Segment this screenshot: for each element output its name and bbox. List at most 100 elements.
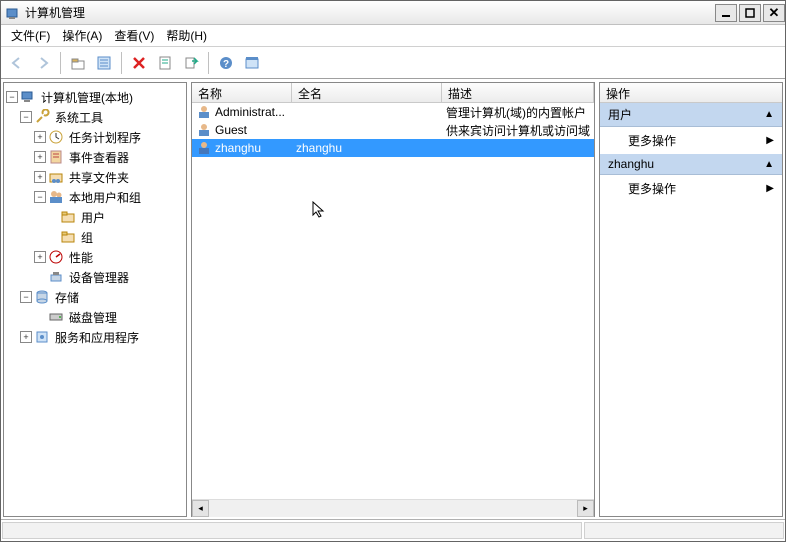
tree-groups-folder[interactable]: 组 — [4, 227, 186, 247]
action-item-label: 更多操作 — [628, 132, 676, 149]
menu-view[interactable]: 查看(V) — [108, 24, 160, 47]
help-button[interactable]: ? — [214, 51, 238, 75]
table-row[interactable]: Guest 供来宾访问计算机或访问域 — [192, 121, 594, 139]
table-row[interactable]: Administrat... 管理计算机(域)的内置帐户 — [192, 103, 594, 121]
tree-shared-folders[interactable]: + 共享文件夹 — [4, 167, 186, 187]
column-fullname[interactable]: 全名 — [292, 83, 442, 102]
cell-description: 管理计算机(域)的内置帐户 — [446, 104, 586, 121]
toolbar: ? — [1, 47, 785, 79]
actions-header: 操作 — [600, 83, 782, 103]
tree-local-users[interactable]: − 本地用户和组 — [4, 187, 186, 207]
tree-item-label: 存储 — [53, 288, 81, 307]
action-more-operations[interactable]: 更多操作 ▶ — [600, 127, 782, 154]
minimize-button[interactable] — [715, 4, 737, 22]
tree-performance[interactable]: + 性能 — [4, 247, 186, 267]
user-icon — [196, 140, 212, 156]
tree-users-folder[interactable]: 用户 — [4, 207, 186, 227]
tree-root[interactable]: − 计算机管理(本地) — [4, 87, 186, 107]
tree-item-label: 系统工具 — [53, 108, 105, 127]
tree-pane: − 计算机管理(本地) − 系统工具 + 任务计划程序 + 事件 — [3, 82, 187, 517]
cell-description: 供来宾访问计算机或访问域 — [446, 122, 590, 139]
svg-text:?: ? — [223, 59, 229, 70]
tree-item-label: 组 — [79, 228, 95, 247]
tree-event-viewer[interactable]: + 事件查看器 — [4, 147, 186, 167]
forward-button[interactable] — [31, 51, 55, 75]
maximize-button[interactable] — [739, 4, 761, 22]
refresh-button[interactable] — [240, 51, 264, 75]
collapse-icon[interactable]: − — [20, 111, 32, 123]
status-cell — [584, 522, 784, 539]
scroll-left-button[interactable]: ◂ — [192, 500, 209, 517]
statusbar — [1, 519, 785, 541]
app-icon — [5, 5, 21, 21]
expand-icon[interactable]: + — [34, 251, 46, 263]
computer-icon — [20, 89, 36, 105]
collapse-icon: ▲ — [764, 109, 774, 120]
menubar: 文件(F) 操作(A) 查看(V) 帮助(H) — [1, 25, 785, 47]
tree-item-label: 性能 — [67, 248, 95, 267]
menu-action[interactable]: 操作(A) — [56, 24, 108, 47]
toolbar-separator — [60, 52, 61, 74]
scroll-right-button[interactable]: ▸ — [577, 500, 594, 517]
event-icon — [48, 149, 64, 165]
tree-item-label: 本地用户和组 — [67, 188, 143, 207]
folder-icon — [60, 209, 76, 225]
tree-storage[interactable]: − 存储 — [4, 287, 186, 307]
back-button[interactable] — [5, 51, 29, 75]
column-description[interactable]: 描述 — [442, 83, 594, 102]
tree-item-label: 磁盘管理 — [67, 308, 119, 327]
device-icon — [48, 269, 64, 285]
submenu-arrow-icon: ▶ — [766, 135, 774, 146]
disk-icon — [48, 309, 64, 325]
tree-item-label: 任务计划程序 — [67, 128, 143, 147]
menu-file[interactable]: 文件(F) — [5, 24, 56, 47]
users-icon — [48, 189, 64, 205]
toolbar-separator — [121, 52, 122, 74]
action-group-selected[interactable]: zhanghu ▲ — [600, 154, 782, 175]
tree-disk-management[interactable]: 磁盘管理 — [4, 307, 186, 327]
tree-task-scheduler[interactable]: + 任务计划程序 — [4, 127, 186, 147]
tree-item-label: 设备管理器 — [67, 268, 131, 287]
clock-icon — [48, 129, 64, 145]
collapse-icon[interactable]: − — [6, 91, 18, 103]
titlebar: 计算机管理 ✕ — [1, 1, 785, 25]
column-name[interactable]: 名称 — [192, 83, 292, 102]
tools-icon — [34, 109, 50, 125]
user-icon — [196, 104, 212, 120]
list-pane: 名称 全名 描述 Administrat... 管理计算机(域)的内置帐户 Gu… — [191, 82, 595, 517]
action-group-label: 用户 — [608, 106, 632, 123]
table-row[interactable]: zhanghu zhanghu — [192, 139, 594, 157]
expand-icon[interactable]: + — [34, 131, 46, 143]
cell-name: Administrat... — [215, 105, 285, 119]
list-header: 名称 全名 描述 — [192, 83, 594, 103]
horizontal-scrollbar[interactable]: ◂ ▸ — [192, 499, 594, 516]
tree-root-label: 计算机管理(本地) — [39, 88, 135, 107]
action-group-users[interactable]: 用户 ▲ — [600, 103, 782, 127]
storage-icon — [34, 289, 50, 305]
close-button[interactable]: ✕ — [763, 4, 785, 22]
cursor-icon — [312, 201, 326, 219]
collapse-icon: ▲ — [764, 159, 774, 170]
expand-icon[interactable]: + — [34, 171, 46, 183]
export-button[interactable] — [179, 51, 203, 75]
tree-system-tools[interactable]: − 系统工具 — [4, 107, 186, 127]
collapse-icon[interactable]: − — [34, 191, 46, 203]
collapse-icon[interactable]: − — [20, 291, 32, 303]
menu-help[interactable]: 帮助(H) — [160, 24, 213, 47]
action-more-operations[interactable]: 更多操作 ▶ — [600, 175, 782, 202]
expand-icon[interactable]: + — [20, 331, 32, 343]
expand-icon[interactable]: + — [34, 151, 46, 163]
up-button[interactable] — [66, 51, 90, 75]
user-icon — [196, 122, 212, 138]
properties-button[interactable] — [92, 51, 116, 75]
tree-item-label: 事件查看器 — [67, 148, 131, 167]
computer-management-window: 计算机管理 ✕ 文件(F) 操作(A) 查看(V) 帮助(H) ? — [0, 0, 786, 542]
tree-services-apps[interactable]: + 服务和应用程序 — [4, 327, 186, 347]
scroll-track[interactable] — [209, 500, 577, 517]
tree-item-label: 共享文件夹 — [67, 168, 131, 187]
folder-icon — [60, 229, 76, 245]
delete-button[interactable] — [127, 51, 151, 75]
tree-device-manager[interactable]: 设备管理器 — [4, 267, 186, 287]
main-content: − 计算机管理(本地) − 系统工具 + 任务计划程序 + 事件 — [1, 79, 785, 519]
filter-button[interactable] — [153, 51, 177, 75]
